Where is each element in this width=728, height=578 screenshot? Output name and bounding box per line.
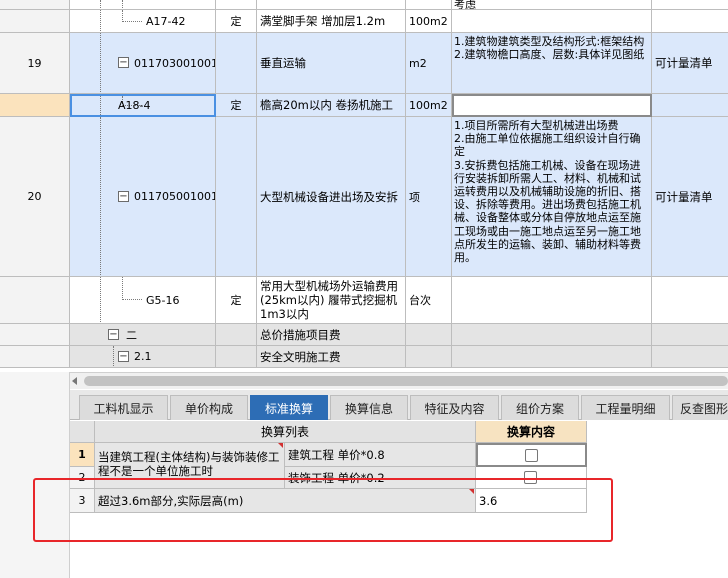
row-code: 二 — [126, 328, 137, 342]
row-number: 1 — [70, 443, 95, 467]
row-number: 19 — [0, 33, 70, 94]
conversion-item-label: 超过3.6m部分,实际层高(m) — [95, 489, 476, 513]
row-name: 檐高20m以内 卷扬机施工 — [257, 94, 406, 117]
conversion-item-label: 建筑工程 单价*0.8 — [285, 443, 476, 467]
row-code: A18-4 — [118, 99, 151, 112]
tab-features[interactable]: 特征及内容 — [410, 395, 499, 420]
row-type: 定 — [216, 94, 257, 117]
horizontal-scrollbar[interactable] — [70, 372, 728, 389]
table-row[interactable]: G5-16 定 常用大型机械场外运输费用(25km以内) 履带式挖掘机1m3以内… — [0, 277, 728, 324]
row-name: 总价措施项目费 — [257, 324, 406, 346]
note-marker — [469, 489, 474, 494]
tab-material-display[interactable]: 工料机显示 — [79, 395, 168, 420]
table-row[interactable]: 20 − 011705001001 大型机械设备进出场及安拆 项 1.项目所需所… — [0, 117, 728, 277]
row-number: 20 — [0, 117, 70, 277]
scrollbar-thumb[interactable] — [84, 376, 728, 386]
table-row[interactable]: 19 − 011703001001 垂直运输 m2 1.建筑物建筑类型及结构形式… — [0, 33, 728, 94]
row-features-edit[interactable] — [452, 94, 652, 117]
table-row[interactable]: 考虑 — [0, 0, 728, 10]
row-number: 3 — [70, 489, 95, 513]
table-row-selected[interactable]: A18-4 定 檐高20m以内 卷扬机施工 100m2 — [0, 94, 728, 117]
table-row[interactable]: A17-42 定 满堂脚手架 增加层1.2m 100m2 — [0, 10, 728, 33]
conversion-checkbox[interactable] — [524, 471, 537, 484]
row-type: 定 — [216, 10, 257, 33]
row-unit: 100m2 — [406, 10, 452, 33]
row-name: 垂直运输 — [257, 33, 406, 94]
row-code: A17-42 — [146, 14, 186, 28]
conversion-checkbox[interactable] — [525, 449, 538, 462]
row-number: 2 — [70, 467, 95, 489]
row-name: 安全文明施工费 — [257, 346, 406, 368]
row-name: 满堂脚手架 增加层1.2m — [257, 10, 406, 33]
tab-unit-price[interactable]: 单价构成 — [170, 395, 248, 420]
conversion-group-label: 当建筑工程(主体结构)与装饰装修工程不是一个单位施工时 — [95, 443, 285, 489]
scroll-left-arrow-icon[interactable] — [72, 377, 77, 385]
row-name: 大型机械设备进出场及安拆 — [257, 117, 406, 277]
collapse-icon[interactable]: − — [118, 57, 129, 68]
conversion-item-label: 装饰工程 单价*0.2 — [285, 467, 476, 489]
conversion-list-header: 换算列表 — [95, 421, 476, 443]
collapse-icon[interactable]: − — [108, 329, 119, 340]
row-features: 1.建筑物建筑类型及结构形式:框架结构 2.建筑物檐口高度、层数:具体详见图纸 — [452, 33, 652, 94]
conversion-value-cell[interactable] — [476, 443, 587, 467]
row-unit: 项 — [406, 117, 452, 277]
row-code: 011705001001 — [134, 190, 216, 203]
row-name: 常用大型机械场外运输费用(25km以内) 履带式挖掘机1m3以内 — [257, 277, 406, 324]
row-rule: 可计量清单 — [652, 117, 728, 277]
conversion-value-cell[interactable] — [476, 467, 587, 489]
row-unit: 100m2 — [406, 94, 452, 117]
tab-quantity-detail[interactable]: 工程量明细 — [581, 395, 670, 420]
row-unit: m2 — [406, 33, 452, 94]
row-code: G5-16 — [146, 293, 180, 307]
tab-conversion-info[interactable]: 换算信息 — [330, 395, 408, 420]
note-marker — [278, 443, 283, 448]
tab-pricing-plan[interactable]: 组价方案 — [501, 395, 579, 420]
row-code: 2.1 — [134, 350, 152, 363]
row-unit: 台次 — [406, 277, 452, 324]
row-rule: 可计量清单 — [652, 33, 728, 94]
tab-reverse-lookup[interactable]: 反查图形 — [672, 395, 728, 420]
row-type: 定 — [216, 277, 257, 324]
floor-height-input[interactable]: 3.6 — [476, 489, 587, 513]
row-features: 1.项目所需所有大型机械进出场费 2.由施工单位依据施工组织设计自行确定 3.安… — [452, 117, 652, 277]
tab-standard-conversion[interactable]: 标准换算 — [250, 395, 328, 420]
list-grid: 考虑 A17-42 定 满堂脚手架 增加层1.2m 100m2 19 − 011… — [0, 0, 728, 372]
table-row[interactable]: − 二 总价措施项目费 — [0, 324, 728, 346]
conversion-content-header: 换算内容 — [476, 421, 587, 443]
feature-text-cut: 考虑 — [454, 0, 476, 10]
row-code: 011703001001 — [134, 56, 216, 70]
collapse-icon[interactable]: − — [118, 191, 129, 202]
collapse-icon[interactable]: − — [118, 351, 129, 362]
conversion-table: 换算列表 换算内容 1 2 3 当建筑工程(主体结构)与装饰装修工程不是一个单位… — [70, 421, 728, 578]
left-gutter — [0, 372, 70, 578]
detail-tab-bar: 工料机显示 单价构成 标准换算 换算信息 特征及内容 组价方案 工程量明细 反查… — [70, 390, 728, 420]
table-row[interactable]: − 2.1 安全文明施工费 — [0, 346, 728, 368]
